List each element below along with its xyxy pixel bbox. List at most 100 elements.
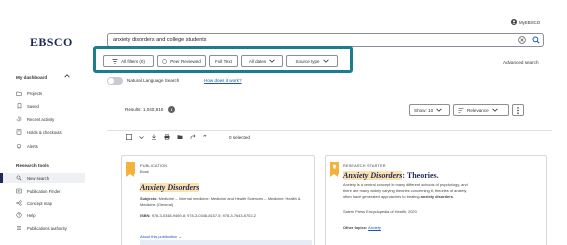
bell-icon bbox=[16, 143, 22, 149]
my-dashboard-heading: My dashboard bbox=[16, 75, 48, 80]
full-text-button[interactable]: Full Text bbox=[209, 55, 238, 67]
sidebar-item-publication-finder[interactable]: Publication Finder bbox=[16, 188, 61, 194]
chevron-down-icon bbox=[269, 59, 275, 63]
peer-reviewed-label: Peer Reviewed bbox=[170, 58, 201, 64]
sort-icon bbox=[458, 107, 464, 113]
sidebar-item-label: Publications authority bbox=[27, 225, 67, 231]
publication-type: Book bbox=[140, 169, 149, 174]
publication-icon bbox=[16, 188, 22, 194]
research-starter-kicker: RESEARCH STARTER bbox=[343, 164, 386, 168]
publication-title-link[interactable]: Anxiety Disorders bbox=[140, 183, 200, 192]
bulk-actions-toolbar: “ bbox=[126, 134, 210, 140]
svg-text:“: “ bbox=[203, 134, 207, 140]
research-starter-card bbox=[325, 155, 547, 245]
subjects-label: Subjects: bbox=[140, 196, 158, 201]
sidebar-item-publications-authority[interactable]: Publications authority bbox=[16, 225, 67, 231]
top-bar bbox=[0, 0, 567, 13]
sort-dropdown[interactable]: Relevance bbox=[453, 104, 509, 116]
title-rest: : Theories. bbox=[402, 171, 439, 180]
desc-text: . bbox=[452, 194, 454, 199]
sort-label: Relevance bbox=[467, 107, 489, 113]
bookmark-icon bbox=[16, 103, 22, 109]
title-highlight: Anxiety Disorders bbox=[343, 171, 403, 180]
all-dates-label: All dates bbox=[248, 58, 267, 64]
info-icon[interactable]: i bbox=[168, 106, 175, 113]
search-input[interactable]: anxiety disorders and college students bbox=[113, 37, 207, 43]
download-icon[interactable] bbox=[151, 134, 157, 140]
sidebar-item-label: Projects bbox=[27, 90, 43, 96]
publication-title: Anxiety Disorders bbox=[140, 183, 200, 192]
print-icon[interactable] bbox=[164, 134, 170, 140]
sidebar-item-saved[interactable]: Saved bbox=[16, 103, 39, 109]
research-tools-heading: Research tools bbox=[16, 163, 49, 168]
more-options-button[interactable] bbox=[512, 104, 524, 116]
more-vertical-icon bbox=[517, 106, 519, 114]
all-filters-label: All filters (0) bbox=[121, 58, 145, 64]
history-icon bbox=[16, 116, 22, 122]
cite-icon[interactable]: “ bbox=[203, 134, 210, 140]
sidebar-item-new-search[interactable]: New search bbox=[16, 175, 49, 181]
active-item-indicator bbox=[0, 173, 3, 183]
share-icon[interactable] bbox=[190, 134, 196, 140]
list-icon bbox=[16, 225, 22, 231]
other-topics-link[interactable]: Anxiety bbox=[368, 225, 381, 230]
search-icon[interactable] bbox=[532, 36, 540, 44]
research-starter-title-link[interactable]: Anxiety Disorders: Theories. bbox=[343, 171, 439, 180]
help-icon bbox=[16, 212, 22, 218]
folder-add-icon[interactable] bbox=[177, 134, 183, 140]
folder-icon bbox=[16, 90, 22, 96]
account-icon bbox=[511, 19, 517, 25]
sidebar-item-label: Recent activity bbox=[27, 116, 55, 122]
isbn-value: 978-3-0348-9469-8; 978-3-0348-8157-5; 97… bbox=[151, 213, 256, 218]
chevron-down-icon[interactable] bbox=[139, 135, 144, 139]
select-all-checkbox[interactable] bbox=[126, 134, 132, 140]
source-type-dropdown[interactable]: Source type bbox=[286, 55, 338, 67]
search-box[interactable]: anxiety disorders and college students bbox=[107, 33, 544, 47]
all-filters-button[interactable]: All filters (0) bbox=[103, 55, 154, 67]
publication-subjects: Subjects: Medicine -- Internal medicine:… bbox=[140, 196, 312, 208]
results-divider bbox=[107, 130, 552, 131]
sidebar-item-label: Help bbox=[27, 212, 36, 218]
chevron-up-icon[interactable] bbox=[64, 74, 70, 78]
sidebar-item-holds-checkouts[interactable]: Holds & checkouts bbox=[16, 129, 62, 135]
other-topics: Other topics: Anxiety bbox=[343, 225, 381, 231]
advanced-search-link[interactable]: Advanced search bbox=[503, 60, 539, 65]
natural-language-label: Natural Language Search bbox=[127, 78, 180, 83]
account-label: MyEBSCO bbox=[519, 19, 541, 25]
desc-bold: anxiety disorders bbox=[420, 194, 453, 199]
selected-count: 0 selected bbox=[229, 135, 250, 140]
filter-icon bbox=[112, 58, 118, 64]
isbn-label: ISBN: bbox=[140, 213, 151, 218]
research-starter-description: Anxiety is a central concept in many dif… bbox=[343, 182, 543, 200]
my-ebsco-account[interactable]: MyEBSCO bbox=[511, 19, 540, 25]
sidebar-item-label: Publication Finder bbox=[27, 188, 61, 194]
concept-map-icon bbox=[16, 200, 22, 206]
sidebar-item-label: Saved bbox=[27, 103, 39, 109]
all-dates-dropdown[interactable]: All dates bbox=[241, 55, 283, 67]
search-icon bbox=[16, 175, 22, 181]
how-does-it-work-link[interactable]: How does it work? bbox=[204, 78, 242, 83]
sidebar-item-help[interactable]: Help bbox=[16, 212, 36, 218]
desc-line: often have generated approaches to treat… bbox=[343, 194, 543, 200]
publication-isbn: ISBN: 978-3-0348-9469-8; 978-3-0348-8157… bbox=[140, 213, 312, 219]
publication-kicker: PUBLICATION bbox=[140, 164, 168, 168]
ebsco-logo[interactable]: EBSCO bbox=[30, 35, 73, 50]
sidebar-item-label: Concept map bbox=[27, 200, 52, 206]
page-size-dropdown[interactable]: Show: 10 bbox=[409, 104, 450, 116]
publication-card-footer bbox=[140, 240, 312, 245]
sidebar-item-alerts[interactable]: Alerts bbox=[16, 143, 38, 149]
sidebar-item-label: Alerts bbox=[27, 143, 38, 149]
chevron-down-icon bbox=[492, 108, 498, 112]
publication-tag-icon bbox=[126, 162, 135, 177]
chevron-down-icon bbox=[322, 59, 329, 63]
sidebar-item-concept-map[interactable]: Concept map bbox=[16, 200, 52, 206]
clear-search-icon[interactable] bbox=[518, 36, 526, 44]
peer-reviewed-icon bbox=[162, 58, 167, 64]
results-count: Results: 1,040,910 bbox=[125, 107, 164, 112]
sidebar-item-recent-activity[interactable]: Recent activity bbox=[16, 116, 54, 122]
other-topics-label: Other topics: bbox=[343, 225, 368, 230]
natural-language-toggle[interactable] bbox=[107, 77, 123, 85]
sidebar-item-label: New search bbox=[27, 175, 50, 181]
sidebar-item-projects[interactable]: Projects bbox=[16, 90, 42, 96]
peer-reviewed-button[interactable]: Peer Reviewed bbox=[157, 55, 206, 67]
